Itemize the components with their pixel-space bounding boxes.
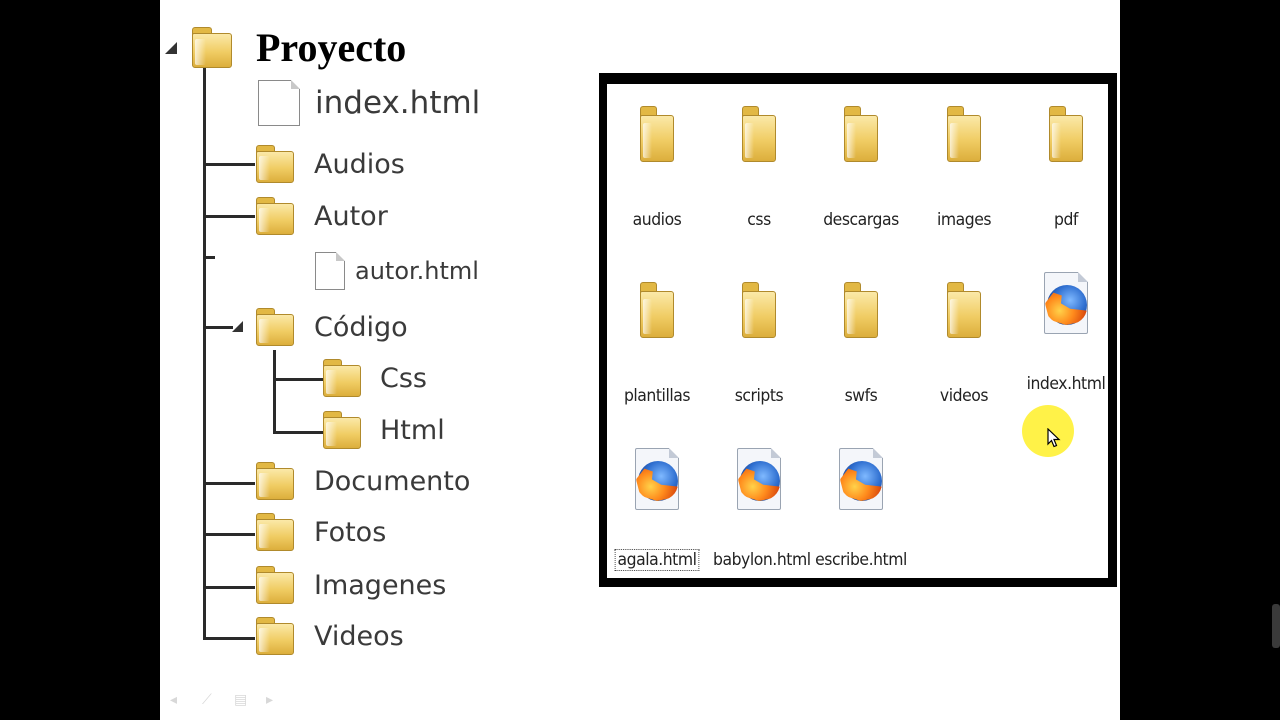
explorer-item-label: audios	[632, 210, 682, 230]
explorer-item-images[interactable]: images	[914, 106, 1014, 230]
firefox-html-icon	[635, 448, 679, 510]
firefox-html-icon	[1044, 272, 1088, 334]
explorer-item-label: swfs	[844, 386, 878, 406]
slide-nav-controls: ◂ ⟋ ▤ ▸	[170, 692, 284, 706]
tree-item-autor-html[interactable]: autor.html	[315, 252, 479, 290]
folder-icon	[742, 106, 776, 162]
tree-root-label: Proyecto	[256, 25, 407, 70]
tree-item-label: index.html	[315, 85, 481, 121]
tree-branch-line	[273, 378, 323, 381]
explorer-item-plantillas[interactable]: plantillas	[607, 282, 707, 406]
scrollbar-thumb[interactable]	[1272, 604, 1280, 648]
tree-item-label: Fotos	[314, 516, 387, 548]
explorer-item-label: images	[936, 210, 992, 230]
tree-item-label: Documento	[314, 465, 471, 497]
explorer-item-label: babylon.html	[713, 550, 811, 570]
folder-icon	[256, 462, 294, 500]
folder-icon	[844, 106, 878, 162]
slide: Proyecto index.html Audios Autor autor.h…	[160, 0, 1120, 720]
explorer-item-audios[interactable]: audios	[607, 106, 707, 230]
explorer-view[interactable]: audios css descargas images pdf plantill…	[607, 84, 1108, 578]
tree-item-documento[interactable]: Documento	[256, 462, 470, 500]
menu-icon[interactable]: ▤	[234, 692, 252, 706]
explorer-item-index-html[interactable]: index.html	[1016, 272, 1116, 402]
explorer-item-escribe-html[interactable]: escribe.html	[811, 448, 911, 578]
explorer-item-label: css	[747, 210, 771, 230]
explorer-item-descargas[interactable]: descargas	[811, 106, 911, 230]
folder-icon	[323, 359, 361, 397]
tree-item-autor[interactable]: Autor	[256, 197, 388, 235]
explorer-item-label: videos	[939, 386, 989, 406]
firefox-html-icon	[737, 448, 781, 510]
folder-icon	[192, 26, 232, 69]
explorer-item-label: escribe.html	[815, 550, 907, 570]
tree-trunk-line	[203, 62, 206, 640]
explorer-item-css[interactable]: css	[709, 106, 809, 230]
folder-icon	[256, 617, 294, 655]
tree-item-label: Audios	[314, 148, 405, 180]
tree-branch-line	[203, 163, 255, 166]
folder-icon	[1049, 106, 1083, 162]
explorer-panel: audios css descargas images pdf plantill…	[599, 73, 1117, 587]
explorer-item-swfs[interactable]: swfs	[811, 282, 911, 406]
folder-icon	[256, 145, 294, 183]
tree-item-audios[interactable]: Audios	[256, 145, 405, 183]
tree-item-videos[interactable]: Videos	[256, 617, 404, 655]
folder-icon	[323, 411, 361, 449]
tree-branch-line	[203, 482, 255, 485]
explorer-item-label-wrap: agala.html	[611, 549, 703, 571]
tree-branch-line	[203, 256, 215, 259]
tree-item-imagenes[interactable]: Imagenes	[256, 566, 446, 604]
folder-icon	[947, 106, 981, 162]
tree-branch-line	[203, 533, 255, 536]
explorer-item-scripts[interactable]: scripts	[709, 282, 809, 406]
forward-arrow-icon[interactable]: ▸	[266, 692, 284, 706]
tree-item-label: Imagenes	[314, 569, 447, 601]
tree-item-index-html[interactable]: index.html	[258, 80, 480, 126]
tree-sub-trunk-line	[273, 350, 276, 434]
tree-item-label: autor.html	[355, 257, 479, 285]
explorer-item-agala-html[interactable]: agala.html	[607, 448, 707, 578]
expand-triangle-icon[interactable]	[165, 42, 177, 54]
explorer-item-label: plantillas	[623, 386, 691, 406]
document-icon	[315, 252, 345, 290]
tree-root-proyecto[interactable]: Proyecto	[192, 24, 406, 71]
explorer-item-label: agala.html	[614, 549, 700, 571]
tree-item-css[interactable]: Css	[323, 359, 427, 397]
folder-icon	[256, 513, 294, 551]
tree-item-label: Html	[380, 414, 445, 446]
tree-branch-line	[203, 586, 255, 589]
tree-item-html[interactable]: Html	[323, 411, 445, 449]
explorer-item-label: descargas	[823, 210, 899, 230]
document-icon	[258, 80, 300, 126]
back-arrow-icon[interactable]: ◂	[170, 692, 188, 706]
folder-icon	[256, 197, 294, 235]
tree-branch-line	[203, 215, 255, 218]
expand-triangle-icon[interactable]	[232, 321, 243, 332]
folder-icon	[844, 282, 878, 338]
tree-branch-line	[203, 326, 233, 329]
tree-item-label: Css	[380, 362, 427, 394]
explorer-item-label: scripts	[734, 386, 784, 406]
folder-icon	[742, 282, 776, 338]
folder-icon	[947, 282, 981, 338]
explorer-item-babylon-html[interactable]: babylon.html	[709, 448, 811, 578]
explorer-item-label: pdf	[1053, 210, 1078, 230]
explorer-item-pdf[interactable]: pdf	[1016, 106, 1116, 230]
folder-icon	[640, 106, 674, 162]
explorer-item-label: index.html	[1026, 374, 1106, 394]
folder-icon	[640, 282, 674, 338]
tree-item-label: Autor	[314, 200, 388, 232]
pen-icon[interactable]: ⟋	[202, 692, 220, 706]
tree-item-codigo[interactable]: Código	[256, 308, 408, 346]
tree-item-label: Código	[314, 311, 408, 343]
folder-icon	[256, 308, 294, 346]
folder-icon	[256, 566, 294, 604]
tree-branch-line	[203, 637, 255, 640]
explorer-item-videos[interactable]: videos	[914, 282, 1014, 406]
firefox-html-icon	[839, 448, 883, 510]
tree-item-label: Videos	[314, 620, 404, 652]
tree-branch-line	[273, 431, 323, 434]
tree-item-fotos[interactable]: Fotos	[256, 513, 386, 551]
